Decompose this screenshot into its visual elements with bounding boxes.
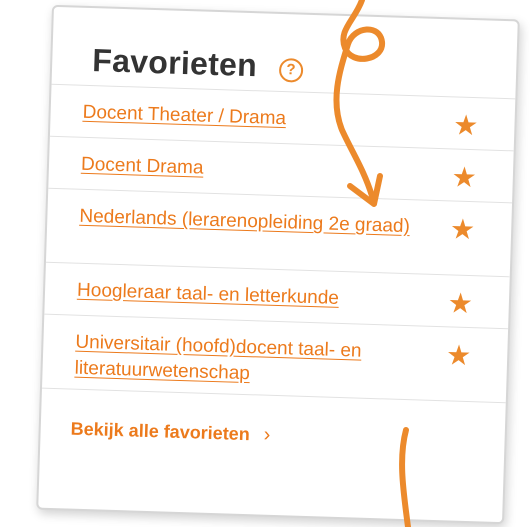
- chevron-right-icon: ›: [263, 423, 271, 446]
- favorite-link[interactable]: Docent Drama: [81, 152, 204, 182]
- star-icon[interactable]: ★: [447, 287, 473, 319]
- favorites-list: Docent Theater / Drama ★ Docent Drama ★ …: [41, 84, 516, 404]
- star-icon[interactable]: ★: [446, 339, 472, 371]
- favorite-link[interactable]: Nederlands (lerarenopleiding 2e graad): [79, 204, 410, 240]
- favorites-title: Favorieten: [91, 42, 258, 84]
- view-all-favorites-link[interactable]: Bekijk alle favorieten ›: [70, 418, 271, 446]
- favorites-card: Favorieten ? Docent Theater / Drama ★ Do…: [36, 4, 520, 525]
- favorite-link[interactable]: Hoogleraar taal- en letterkunde: [77, 278, 340, 312]
- star-icon[interactable]: ★: [451, 161, 477, 193]
- help-icon[interactable]: ?: [278, 57, 304, 83]
- star-icon[interactable]: ★: [450, 213, 476, 245]
- view-all-favorites-label: Bekijk alle favorieten: [70, 418, 251, 445]
- favorite-link[interactable]: Universitair (hoofd)docent taal- en lite…: [74, 330, 427, 393]
- star-icon[interactable]: ★: [453, 109, 479, 141]
- list-item: Universitair (hoofd)docent taal- en lite…: [41, 314, 509, 404]
- favorite-link[interactable]: Docent Theater / Drama: [82, 100, 286, 132]
- favorites-header: Favorieten ?: [51, 6, 518, 100]
